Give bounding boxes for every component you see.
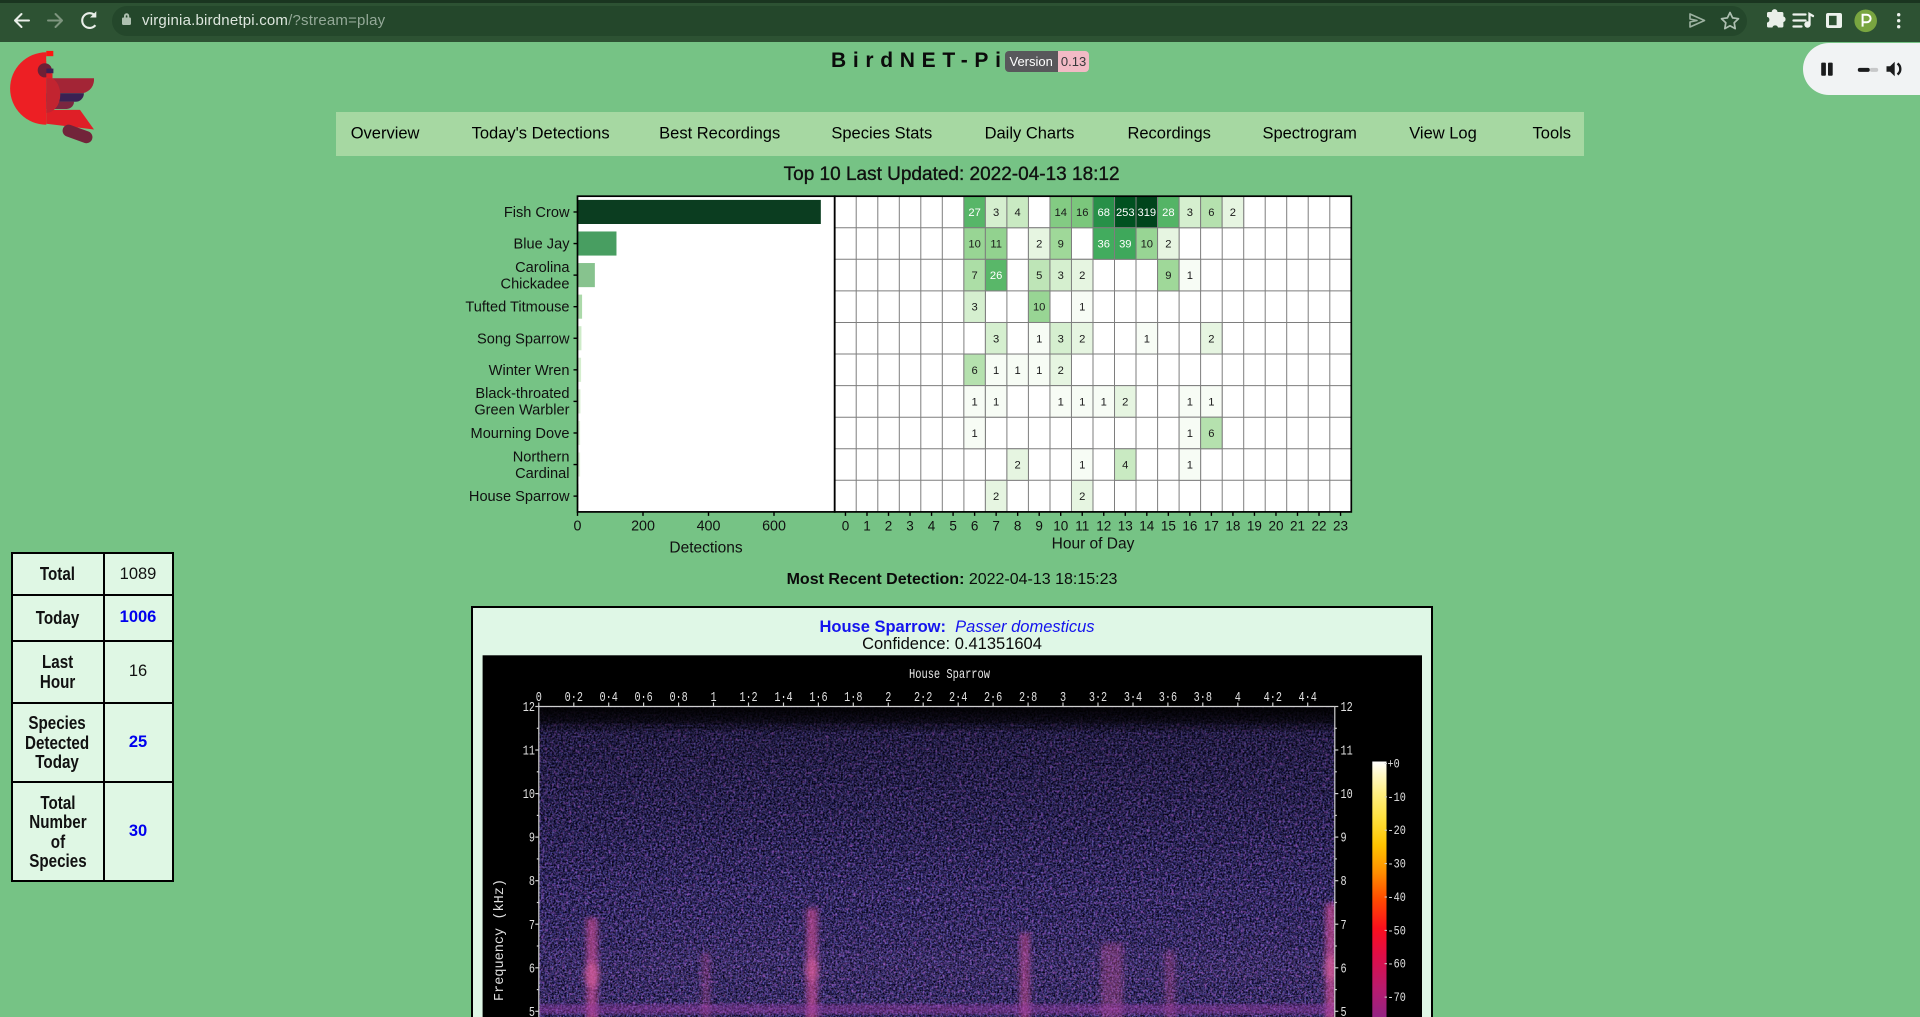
svg-text:12: 12 [1341,701,1353,716]
svg-text:-60: -60 [1388,957,1406,972]
svg-text:-20: -20 [1388,823,1406,838]
svg-text:5: 5 [1341,1006,1347,1017]
svg-text:11: 11 [523,745,535,760]
svg-text:9: 9 [1341,832,1347,847]
svg-text:-10: -10 [1388,790,1406,805]
svg-text:7: 7 [1341,919,1347,934]
svg-text:9: 9 [529,832,535,847]
svg-text:-50: -50 [1388,923,1406,938]
svg-text:10: 10 [1341,788,1353,803]
svg-text:-40: -40 [1388,890,1406,905]
svg-text:+0: +0 [1388,757,1400,772]
svg-text:10: 10 [523,788,535,803]
svg-text:8: 8 [1341,875,1347,890]
svg-text:12: 12 [523,701,535,716]
svg-text:11: 11 [1341,745,1353,760]
svg-text:6: 6 [1341,962,1347,977]
svg-text:5: 5 [529,1006,535,1017]
svg-text:7: 7 [529,919,535,934]
svg-text:-30: -30 [1388,857,1406,872]
svg-text:6: 6 [529,962,535,977]
svg-text:Frequency (kHz): Frequency (kHz) [493,879,508,1001]
svg-text:8: 8 [529,875,535,890]
svg-text:House Sparrow: House Sparrow [909,667,990,683]
svg-text:-70: -70 [1388,990,1406,1005]
